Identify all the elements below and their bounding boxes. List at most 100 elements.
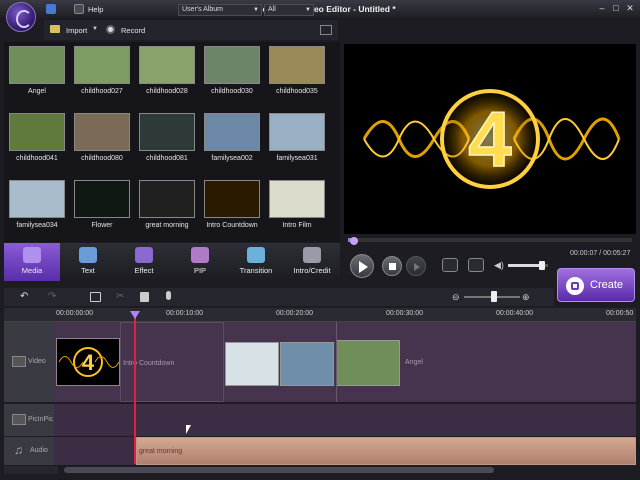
media-item[interactable]: childhood030 [203,46,261,95]
snapshot-icon[interactable] [442,258,458,272]
media-label: childhood041 [16,155,58,162]
media-thumbnail [9,113,65,151]
time-display: 00:00:07 / 00:05:27 [570,250,630,257]
volume-icon[interactable]: ◀) [494,260,504,271]
media-toolbar [44,20,338,40]
next-frame-button[interactable] [406,256,426,276]
redo-icon[interactable]: ↷ [48,291,56,302]
record-button[interactable]: Record [121,26,145,35]
ruler-tick-label: 00:00:00:00 [56,310,93,317]
media-item[interactable]: familysea002 [203,113,261,162]
help-menu-icon[interactable] [74,4,84,14]
tab-label: Transition [239,266,273,275]
import-button[interactable]: Import [66,26,87,35]
scrollbar-thumb[interactable] [64,467,494,473]
media-item[interactable]: Angel [8,46,66,95]
playhead[interactable] [134,316,136,464]
countdown-thumb-icon: 4 [58,347,120,377]
media-item[interactable]: Intro Film [268,180,326,229]
stop-button[interactable] [382,256,402,276]
clip-great-morning[interactable]: great morning [136,437,636,465]
app-logo-icon[interactable] [6,2,36,32]
video-track-label: Video [28,358,46,365]
delete-icon[interactable] [140,292,149,302]
tab-label: Intro/Credit [293,266,331,275]
close-icon[interactable]: ✕ [624,3,636,14]
media-item[interactable]: great morning [138,180,196,229]
filter-select[interactable]: All ▼ [264,4,314,16]
clip-angel[interactable]: Angel [336,322,636,402]
media-label: childhood080 [81,155,123,162]
ruler-tick-label: 00:00:30:00 [386,310,423,317]
minimize-icon[interactable]: – [596,3,608,14]
media-thumbnail [269,113,325,151]
media-item[interactable]: familysea031 [268,113,326,162]
stop-icon [388,263,396,270]
media-item[interactable]: childhood028 [138,46,196,95]
audio-track[interactable]: ♫ Audio great morning [4,437,636,465]
media-thumbnail [269,180,325,218]
clip-familysea034[interactable] [225,342,279,386]
tab-icon [79,247,97,263]
preview-progress-track[interactable] [348,238,632,242]
maximize-icon[interactable]: □ [610,3,622,14]
album-select-value: User's Album [182,6,224,13]
pip-track-label: PicInPic [28,416,54,423]
view-toggle-icon[interactable] [320,25,332,35]
media-thumbnail [9,46,65,84]
fullscreen-icon[interactable] [468,258,484,272]
tab-transition[interactable]: Transition [228,243,284,281]
zoom-in-icon[interactable]: ⊕ [522,292,530,303]
time-ruler[interactable]: 00:00:00:00 00:00:10:00 00:00:20:00 00:00:3… [4,308,636,322]
video-track[interactable]: Video 4 Intro Countdown Angel [4,322,636,402]
tab-label: PIP [193,266,207,275]
create-button[interactable]: Create [557,268,635,302]
media-thumbnail [74,46,130,84]
media-item[interactable]: Flower [73,180,131,229]
filter-select-value: All [268,6,276,13]
chevron-down-icon[interactable]: ▼ [92,26,98,32]
media-thumbnail [204,113,260,151]
tab-text[interactable]: Text [60,243,116,281]
media-thumbnail [139,113,195,151]
media-item[interactable]: childhood080 [73,113,131,162]
media-item[interactable]: familysea034 [8,180,66,229]
undo-icon[interactable]: ↶ [20,291,28,302]
zoom-out-icon[interactable]: ⊖ [452,292,460,303]
help-menu[interactable]: Help [88,5,103,14]
clip-angel-label: Angel [405,359,423,366]
media-item[interactable]: childhood027 [73,46,131,95]
media-item[interactable]: childhood035 [268,46,326,95]
play-icon [359,261,368,273]
album-select[interactable]: User's Album ▼ [178,4,262,16]
clip-intro-countdown-thumb[interactable]: 4 [56,338,120,386]
media-item[interactable]: Intro Countdown [203,180,261,229]
clip-familysea002[interactable] [280,342,334,386]
zoom-slider-handle[interactable] [490,291,497,302]
tab-icon [191,247,209,263]
cut-icon[interactable]: ✂ [116,291,124,302]
timeline-scrollbar[interactable] [58,466,636,474]
ruler-tick-label: 00:00:10:00 [166,310,203,317]
media-label: childhood027 [81,88,123,95]
microphone-icon[interactable] [166,291,171,300]
ruler-tick-label: 00:00:40:00 [496,310,533,317]
media-item[interactable]: childhood081 [138,113,196,162]
play-button[interactable] [350,254,374,278]
tab-introcredit[interactable]: Intro/Credit [284,243,340,281]
preview-progress-handle[interactable] [350,237,358,245]
edit-icon[interactable] [90,292,101,302]
media-item[interactable]: childhood041 [8,113,66,162]
tab-icon [135,247,153,263]
media-label: Angel [28,88,46,95]
function-tabs: Media Text Effect PIP Transition Intro/Credit [4,243,340,281]
audio-track-label: Audio [30,447,48,454]
pip-track[interactable]: PicInPic [4,404,636,436]
clip-intro-label: Intro Countdown [123,360,175,367]
save-icon[interactable] [46,4,56,14]
tab-effect[interactable]: Effect [116,243,172,281]
tab-pip[interactable]: PIP [172,243,228,281]
tab-media[interactable]: Media [4,243,60,281]
volume-handle[interactable] [539,261,545,270]
volume-fill [508,264,542,267]
